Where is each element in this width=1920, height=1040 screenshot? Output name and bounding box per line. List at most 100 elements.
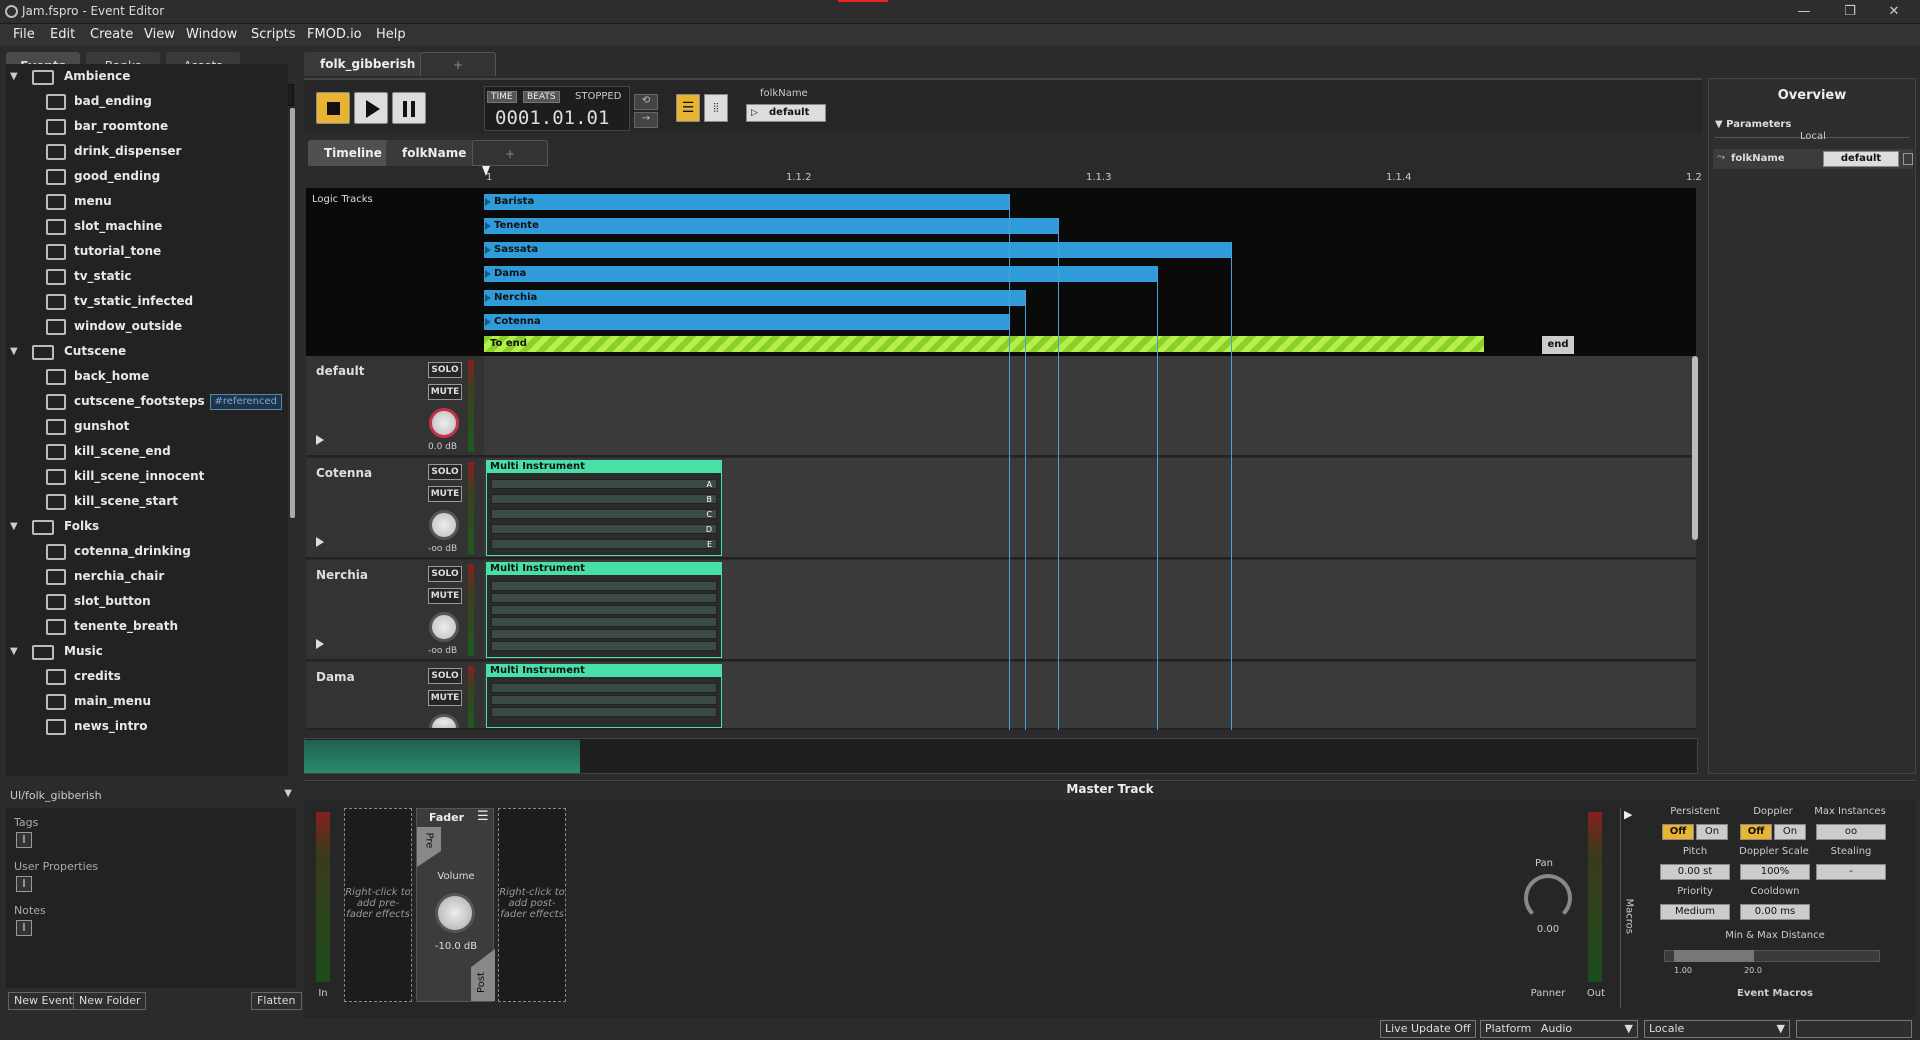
minimize-icon[interactable]: — xyxy=(1790,2,1818,22)
platform-dropdown[interactable]: Platform Audio ▼ xyxy=(1480,1020,1638,1038)
follow-icon[interactable]: → xyxy=(634,112,658,128)
new-folder-button[interactable]: New Folder xyxy=(73,992,147,1010)
tree-event[interactable]: bar_roomtone xyxy=(6,114,288,139)
menu-edit[interactable]: Edit xyxy=(50,27,75,42)
solo-button[interactable]: SOLO xyxy=(428,668,462,684)
tree-event[interactable]: slot_button xyxy=(6,589,288,614)
max-instances-value[interactable]: oo xyxy=(1816,824,1886,840)
chevron-down-icon[interactable]: ▼ xyxy=(10,339,18,364)
doppler-off-button[interactable]: Off xyxy=(1740,824,1772,840)
play-button[interactable] xyxy=(354,92,388,124)
tree-event[interactable]: nerchia_chair xyxy=(6,564,288,589)
tree-event[interactable]: credits xyxy=(6,664,288,689)
solo-button[interactable]: SOLO xyxy=(428,566,462,582)
mute-button[interactable]: MUTE xyxy=(428,486,462,502)
volume-knob[interactable] xyxy=(429,612,459,642)
tree-event[interactable]: slot_machine xyxy=(6,214,288,239)
logic-marker-tenente[interactable]: Tenente xyxy=(484,218,1058,234)
notes-edit-icon[interactable]: I xyxy=(16,920,32,936)
locale-dropdown[interactable]: Locale ▼ xyxy=(1644,1020,1790,1038)
menu-help[interactable]: Help xyxy=(376,27,406,42)
tree-event[interactable]: main_menu xyxy=(6,689,288,714)
live-update-button[interactable]: Live Update Off xyxy=(1380,1020,1476,1038)
status-search[interactable] xyxy=(1796,1020,1912,1038)
solo-button[interactable]: SOLO xyxy=(428,362,462,378)
grid-view-icon[interactable]: ⦙⦙ xyxy=(704,94,728,122)
logic-marker-cotenna[interactable]: Cotenna xyxy=(484,314,1009,330)
add-tab-button[interactable]: + xyxy=(420,52,496,76)
menu-file[interactable]: File xyxy=(13,27,35,42)
restore-icon[interactable]: ❐ xyxy=(1836,2,1864,22)
user-properties-edit-icon[interactable]: I xyxy=(16,876,32,892)
chevron-down-icon[interactable]: ▼ xyxy=(10,64,18,89)
menu-fmodio[interactable]: FMOD.io xyxy=(307,27,362,42)
fader-module[interactable]: Fader ☰ Pre Volume -10.0 dB Post xyxy=(416,808,495,1002)
tree-folder[interactable]: ▼ Ambience xyxy=(6,64,288,89)
menu-window[interactable]: Window xyxy=(186,27,237,42)
tree-folder[interactable]: ▼ Folks xyxy=(6,514,288,539)
stop-button[interactable] xyxy=(316,92,350,124)
tab-folk-gibberish[interactable]: folk_gibberish xyxy=(304,52,432,76)
expand-icon[interactable] xyxy=(316,639,324,649)
volume-knob[interactable] xyxy=(429,510,459,540)
volume-knob[interactable] xyxy=(429,408,459,438)
new-event-button[interactable]: New Event xyxy=(8,992,80,1010)
mute-button[interactable]: MUTE xyxy=(428,588,462,604)
logic-marker-nerchia[interactable]: Nerchia xyxy=(484,290,1025,306)
pan-knob[interactable] xyxy=(1524,874,1572,922)
pitch-value[interactable]: 0.00 st xyxy=(1660,864,1730,880)
logic-marker-dama[interactable]: Dama xyxy=(484,266,1157,282)
logic-marker-barista[interactable]: Barista xyxy=(484,194,1009,210)
add-sheet-button[interactable]: + xyxy=(472,140,548,166)
parameter-checkbox[interactable] xyxy=(1903,153,1913,165)
solo-button[interactable]: SOLO xyxy=(428,464,462,480)
stealing-dropdown[interactable]: - xyxy=(1816,864,1886,880)
tree-event[interactable]: tutorial_tone xyxy=(6,239,288,264)
parameter-row[interactable]: ⤳ folkName default xyxy=(1713,149,1913,169)
tab-timeline[interactable]: Timeline xyxy=(308,140,398,166)
mute-button[interactable]: MUTE xyxy=(428,384,462,400)
tree-event[interactable]: cutscene_footsteps #referenced xyxy=(6,389,288,414)
list-view-icon[interactable]: ☰ xyxy=(676,94,700,122)
tree-event[interactable]: kill_scene_innocent xyxy=(6,464,288,489)
expand-icon[interactable] xyxy=(316,435,324,445)
logic-marker-sassata[interactable]: Sassata xyxy=(484,242,1231,258)
doppler-scale-value[interactable]: 100% xyxy=(1740,864,1810,880)
close-icon[interactable]: ✕ xyxy=(1880,2,1908,22)
time-toggle[interactable]: TIME xyxy=(487,91,517,103)
persistent-on-button[interactable]: On xyxy=(1696,824,1728,840)
menu-icon[interactable]: ☰ xyxy=(477,809,489,824)
to-end-region[interactable]: To end xyxy=(484,336,1484,352)
tree-event[interactable]: tenente_breath xyxy=(6,614,288,639)
param-value-box[interactable]: ▷ default xyxy=(746,104,826,122)
priority-value[interactable]: Medium xyxy=(1660,904,1730,920)
volume-knob[interactable] xyxy=(435,893,475,933)
expand-icon[interactable] xyxy=(316,537,324,547)
tree-event[interactable]: news_intro xyxy=(6,714,288,739)
macros-expand-icon[interactable]: ▶ xyxy=(1624,808,1632,821)
mute-button[interactable]: MUTE xyxy=(428,690,462,706)
overview-viewport[interactable] xyxy=(304,740,580,773)
tree-event[interactable]: window_outside xyxy=(6,314,288,339)
tree-event[interactable]: drink_dispenser xyxy=(6,139,288,164)
menu-view[interactable]: View xyxy=(144,27,175,42)
pause-button[interactable] xyxy=(392,92,426,124)
beats-toggle[interactable]: BEATS xyxy=(523,91,560,103)
cooldown-value[interactable]: 0.00 ms xyxy=(1740,904,1810,920)
menu-scripts[interactable]: Scripts xyxy=(251,27,295,42)
pre-fader-effects-area[interactable]: Right-click to add pre-fader effects xyxy=(344,808,412,1002)
chevron-down-icon[interactable]: ▼ xyxy=(284,788,292,799)
tree-event[interactable]: menu xyxy=(6,189,288,214)
tree-event[interactable]: good_ending xyxy=(6,164,288,189)
tree-event[interactable]: kill_scene_end xyxy=(6,439,288,464)
flatten-button[interactable]: Flatten xyxy=(251,992,302,1010)
tree-event[interactable]: kill_scene_start xyxy=(6,489,288,514)
parameter-value[interactable]: default xyxy=(1823,151,1899,167)
tree-scrollbar[interactable] xyxy=(290,108,295,518)
tracks-scrollbar[interactable] xyxy=(1692,356,1698,540)
chevron-down-icon[interactable]: ▼ xyxy=(10,514,18,539)
parameters-header[interactable]: ▼ Parameters xyxy=(1715,119,1791,130)
tree-event[interactable]: cotenna_drinking xyxy=(6,539,288,564)
post-fader-effects-area[interactable]: Right-click to add post-fader effects xyxy=(498,808,566,1002)
tree-folder[interactable]: ▼ Cutscene xyxy=(6,339,288,364)
